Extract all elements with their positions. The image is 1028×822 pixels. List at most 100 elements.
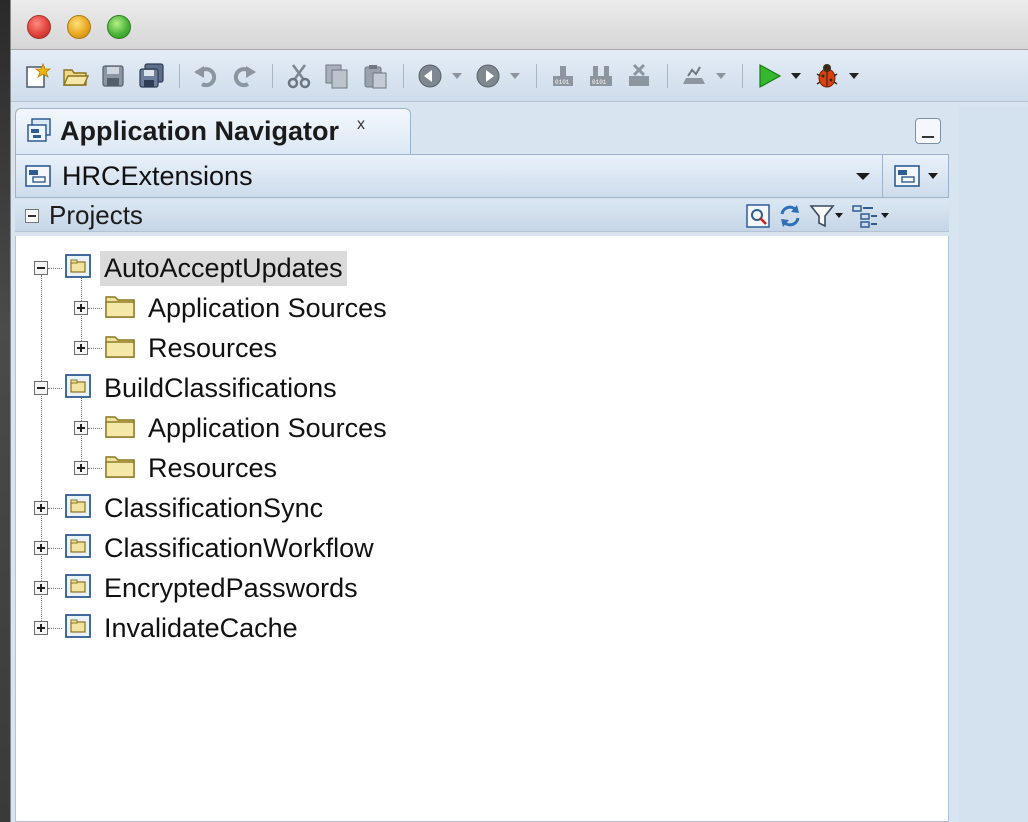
- project-node[interactable]: BuildClassifications: [34, 368, 341, 408]
- expand-icon[interactable]: [34, 541, 48, 555]
- search-icon: [746, 204, 770, 228]
- application-menu-button[interactable]: [882, 155, 948, 197]
- project-node[interactable]: ClassificationSync: [34, 488, 327, 528]
- undo-icon: [194, 65, 217, 87]
- open-button[interactable]: [57, 58, 93, 94]
- undo-button[interactable]: [188, 58, 224, 94]
- redo-icon: [233, 65, 256, 87]
- toolbar-separator: [179, 63, 180, 88]
- new-icon: [26, 62, 51, 88]
- application-navigator-panel: Application Navigator x HRCExtensions Pr…: [15, 106, 949, 822]
- tab-application-navigator[interactable]: Application Navigator x: [15, 108, 411, 154]
- tree-connector: [88, 467, 102, 469]
- tree-connector: [48, 507, 62, 509]
- folder-icon: [104, 452, 136, 485]
- tree-item-label: Application Sources: [148, 292, 387, 323]
- clean-button[interactable]: [621, 58, 657, 94]
- new-button[interactable]: [19, 58, 55, 94]
- toolbar-separator: [667, 63, 668, 88]
- project-node[interactable]: EncryptedPasswords: [34, 568, 362, 608]
- chevron-down-icon: [927, 173, 938, 179]
- tree-connector: [48, 627, 62, 629]
- cut-button[interactable]: [281, 58, 317, 94]
- paste-button[interactable]: [357, 58, 393, 94]
- toolbar-separator: [742, 63, 743, 88]
- back-dropdown[interactable]: [450, 58, 464, 94]
- expand-icon[interactable]: [74, 421, 88, 435]
- save-icon: [102, 64, 124, 87]
- collapse-icon[interactable]: [34, 261, 48, 275]
- run-dropdown[interactable]: [789, 58, 803, 94]
- folder-icon: [104, 332, 136, 365]
- rebuild-icon: 0101: [590, 65, 612, 86]
- profile-dropdown[interactable]: [714, 58, 728, 94]
- debug-icon: [816, 63, 838, 87]
- svg-text:0101: 0101: [592, 79, 607, 86]
- close-tab-icon[interactable]: x: [357, 116, 365, 134]
- run-icon: [759, 63, 782, 88]
- projects-title: Projects: [49, 200, 143, 230]
- toolbar-separator: [536, 63, 537, 88]
- folder-node[interactable]: Application Sources: [74, 288, 391, 328]
- zoom-window-button[interactable]: [107, 15, 131, 39]
- folder-node[interactable]: Resources: [74, 328, 281, 368]
- minimize-panel-button[interactable]: [915, 118, 941, 144]
- project-icon: [64, 253, 92, 284]
- expand-icon[interactable]: [34, 501, 48, 515]
- expand-icon[interactable]: [34, 621, 48, 635]
- folder-node[interactable]: Application Sources: [74, 408, 391, 448]
- tree-item-label: Resources: [148, 452, 278, 483]
- search-button[interactable]: [745, 201, 771, 231]
- profile-button[interactable]: [676, 58, 712, 94]
- collapse-projects-icon[interactable]: [25, 208, 39, 223]
- chevron-down-icon: [791, 72, 801, 79]
- forward-button[interactable]: [470, 58, 506, 94]
- chevron-down-icon[interactable]: [854, 170, 872, 182]
- save-all-button[interactable]: [133, 58, 169, 94]
- debug-dropdown[interactable]: [847, 58, 861, 94]
- filter-icon: [809, 205, 843, 228]
- tree-item-label: BuildClassifications: [104, 372, 337, 403]
- svg-text:0101: 0101: [555, 79, 570, 86]
- expand-icon[interactable]: [74, 341, 88, 355]
- close-window-button[interactable]: [27, 15, 51, 39]
- project-node[interactable]: AutoAcceptUpdates: [34, 248, 347, 288]
- toolbar-separator: [403, 63, 404, 88]
- tree-connector: [88, 427, 102, 429]
- projects-header: Projects: [15, 200, 949, 232]
- debug-button[interactable]: [809, 58, 845, 94]
- tree-connector: [48, 587, 62, 589]
- minimize-window-button[interactable]: [67, 15, 91, 39]
- expand-icon[interactable]: [74, 301, 88, 315]
- rebuild-button[interactable]: 0101: [583, 58, 619, 94]
- make-button[interactable]: 0101: [545, 58, 581, 94]
- back-button[interactable]: [412, 58, 448, 94]
- chevron-down-icon: [452, 72, 462, 79]
- expand-icon[interactable]: [74, 461, 88, 475]
- tree-connector: [48, 267, 62, 269]
- tree-connector: [88, 307, 102, 309]
- application-name: HRCExtensions: [62, 160, 253, 191]
- project-icon: [64, 573, 92, 604]
- project-node[interactable]: ClassificationWorkflow: [34, 528, 378, 568]
- tree-item-label: ClassificationSync: [104, 492, 324, 523]
- redo-button[interactable]: [226, 58, 262, 94]
- folder-node[interactable]: Resources: [74, 448, 281, 488]
- collapse-icon[interactable]: [34, 381, 48, 395]
- tree-options-icon: [852, 205, 889, 228]
- run-button[interactable]: [751, 58, 787, 94]
- expand-icon[interactable]: [34, 581, 48, 595]
- clean-icon: [629, 63, 649, 86]
- sync-button[interactable]: [777, 201, 803, 231]
- copy-button[interactable]: [319, 58, 355, 94]
- application-selector: HRCExtensions: [15, 154, 949, 198]
- tree-connector: [48, 387, 62, 389]
- view-options-button[interactable]: [851, 201, 891, 231]
- project-node[interactable]: InvalidateCache: [34, 608, 302, 648]
- save-button[interactable]: [95, 58, 131, 94]
- chevron-down-icon: [849, 72, 859, 79]
- tree-connector: [48, 547, 62, 549]
- forward-dropdown[interactable]: [508, 58, 522, 94]
- application-dropdown[interactable]: HRCExtensions: [16, 155, 854, 197]
- filter-button[interactable]: [809, 201, 845, 231]
